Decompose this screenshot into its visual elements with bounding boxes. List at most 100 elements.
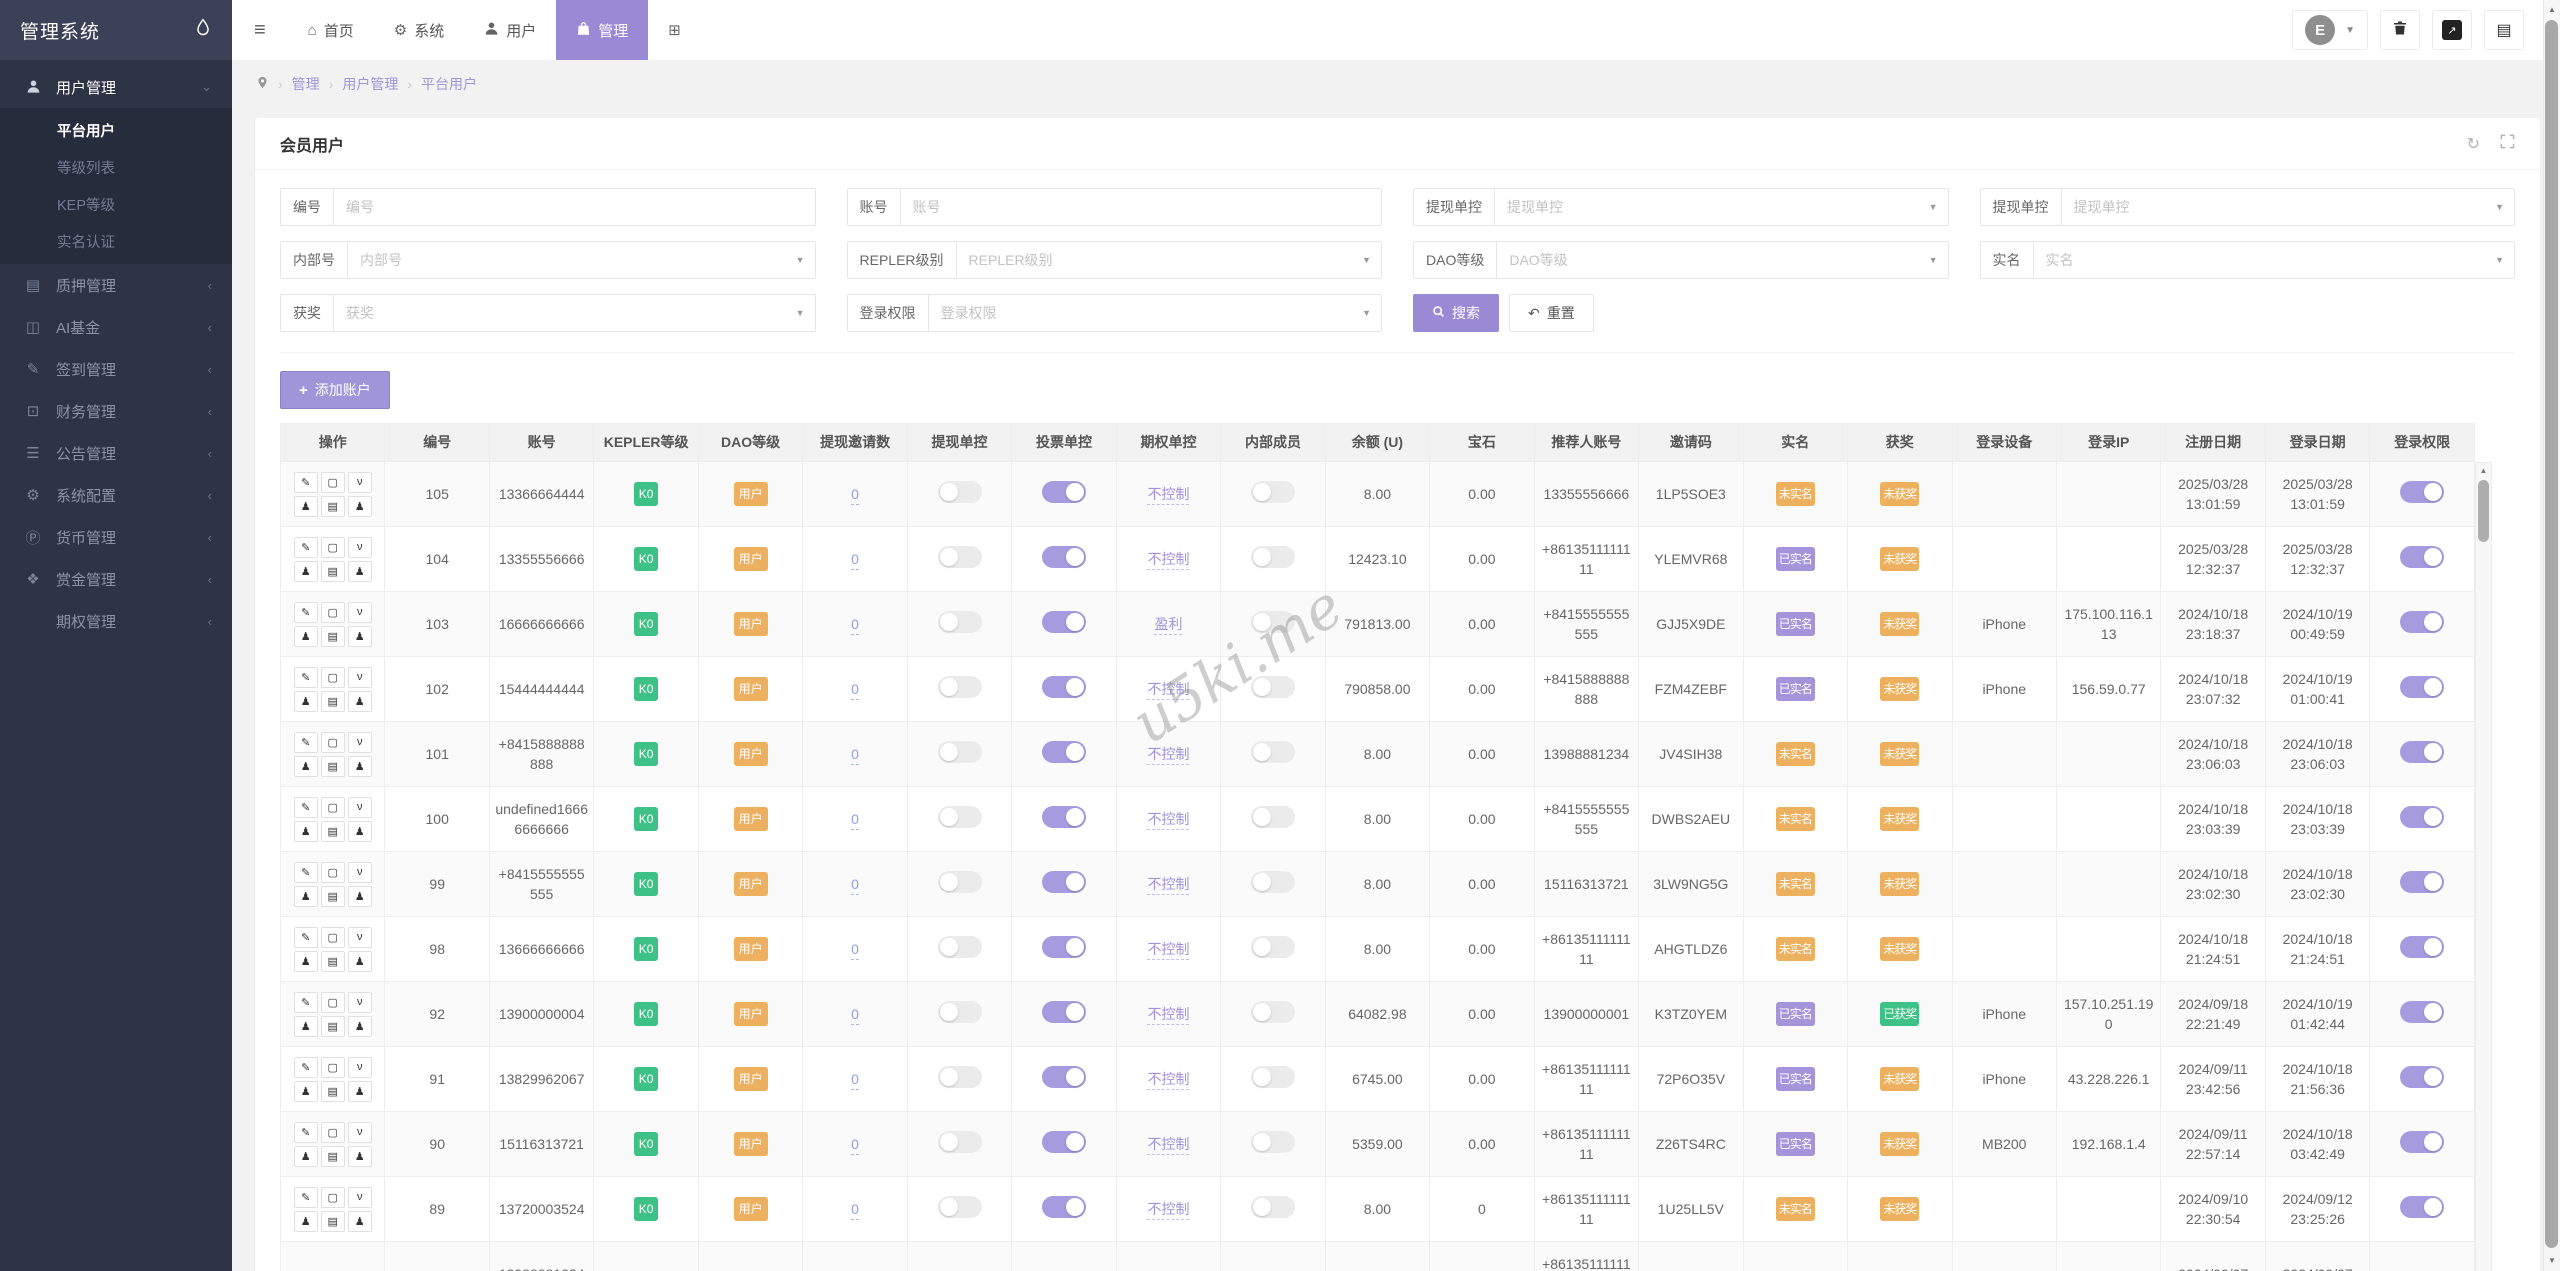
vote-toggle[interactable] bbox=[1042, 1001, 1086, 1023]
vote-toggle[interactable] bbox=[1042, 481, 1086, 503]
vip-icon[interactable]: ν bbox=[348, 992, 372, 1013]
sidebar-subitem[interactable]: 实名认证 bbox=[0, 223, 232, 260]
team-icon[interactable]: ♟ bbox=[294, 886, 318, 907]
vip-icon[interactable]: ν bbox=[348, 862, 372, 883]
internal-member-toggle[interactable] bbox=[1251, 676, 1295, 698]
table-scrollbar[interactable]: ▲ bbox=[2475, 462, 2492, 1271]
vip-icon[interactable]: ν bbox=[348, 1122, 372, 1143]
delete-button[interactable] bbox=[2380, 10, 2420, 50]
sidebar-item-4[interactable]: ⊡财务管理‹ bbox=[0, 390, 232, 432]
team-icon[interactable]: ♟ bbox=[294, 561, 318, 582]
sidebar-item-6[interactable]: ⚙系统配置‹ bbox=[0, 474, 232, 516]
login-permission-toggle[interactable] bbox=[2400, 936, 2444, 958]
invites-link[interactable]: 0 bbox=[851, 616, 859, 635]
wallet-icon[interactable]: ▤ bbox=[321, 561, 345, 582]
table-scrollbar-thumb[interactable] bbox=[2478, 480, 2489, 542]
internal-member-toggle[interactable] bbox=[1251, 1001, 1295, 1023]
option-control-link[interactable]: 不控制 bbox=[1147, 1071, 1189, 1090]
subordinate-icon[interactable]: ♟ bbox=[348, 691, 372, 712]
vote-toggle[interactable] bbox=[1042, 806, 1086, 828]
team-icon[interactable]: ♟ bbox=[294, 496, 318, 517]
edit-icon[interactable]: ✎ bbox=[294, 732, 318, 753]
sidebar-item-7[interactable]: Ⓟ货币管理‹ bbox=[0, 516, 232, 558]
nav-tab-系统[interactable]: ⚙系统 bbox=[374, 0, 464, 60]
device-icon[interactable]: ▢ bbox=[321, 862, 345, 883]
breadcrumb-link-platform-users[interactable]: 平台用户 bbox=[421, 74, 477, 94]
login-permission-toggle[interactable] bbox=[2400, 871, 2444, 893]
nav-tab-用户[interactable]: 用户 bbox=[464, 0, 556, 60]
edit-icon[interactable]: ✎ bbox=[294, 1187, 318, 1208]
withdraw-toggle[interactable] bbox=[938, 546, 982, 568]
vote-toggle[interactable] bbox=[1042, 676, 1086, 698]
sidebar-item-8[interactable]: ❖赏金管理‹ bbox=[0, 558, 232, 600]
withdraw-toggle[interactable] bbox=[938, 1001, 982, 1023]
subordinate-icon[interactable]: ♟ bbox=[348, 756, 372, 777]
subordinate-icon[interactable]: ♟ bbox=[348, 626, 372, 647]
wallet-icon[interactable]: ▤ bbox=[321, 626, 345, 647]
option-control-link[interactable]: 不控制 bbox=[1147, 1136, 1189, 1155]
internal-member-toggle[interactable] bbox=[1251, 1131, 1295, 1153]
sidebar-item-9[interactable]: 期权管理‹ bbox=[0, 600, 232, 642]
subordinate-icon[interactable]: ♟ bbox=[348, 1081, 372, 1102]
team-icon[interactable]: ♟ bbox=[294, 691, 318, 712]
option-control-link[interactable]: 不控制 bbox=[1147, 681, 1189, 700]
subordinate-icon[interactable]: ♟ bbox=[348, 561, 372, 582]
withdraw-toggle[interactable] bbox=[938, 741, 982, 763]
team-icon[interactable]: ♟ bbox=[294, 1016, 318, 1037]
scroll-up-icon[interactable]: ▲ bbox=[2544, 2, 2560, 18]
option-control-link[interactable]: 盈利 bbox=[1154, 616, 1182, 635]
option-control-link[interactable]: 不控制 bbox=[1147, 876, 1189, 895]
internal-member-toggle[interactable] bbox=[1251, 741, 1295, 763]
invites-link[interactable]: 0 bbox=[851, 811, 859, 830]
edit-icon[interactable]: ✎ bbox=[294, 927, 318, 948]
device-icon[interactable]: ▢ bbox=[321, 797, 345, 818]
vote-toggle[interactable] bbox=[1042, 741, 1086, 763]
login-permission-toggle[interactable] bbox=[2400, 611, 2444, 633]
sidebar-subitem[interactable]: 平台用户 bbox=[0, 112, 232, 149]
subordinate-icon[interactable]: ♟ bbox=[348, 1146, 372, 1167]
edit-icon[interactable]: ✎ bbox=[294, 1122, 318, 1143]
invites-link[interactable]: 0 bbox=[851, 1071, 859, 1090]
vip-icon[interactable]: ν bbox=[348, 537, 372, 558]
internal-member-toggle[interactable] bbox=[1251, 1066, 1295, 1088]
internal-member-toggle[interactable] bbox=[1251, 806, 1295, 828]
option-control-link[interactable]: 不控制 bbox=[1147, 551, 1189, 570]
vip-icon[interactable]: ν bbox=[348, 1057, 372, 1078]
team-icon[interactable]: ♟ bbox=[294, 1211, 318, 1232]
filter-input[interactable]: 编号 bbox=[334, 189, 815, 225]
invites-link[interactable]: 0 bbox=[851, 746, 859, 765]
sidebar-item-0[interactable]: 用户管理⌄ bbox=[0, 66, 232, 108]
wallet-icon[interactable]: ▤ bbox=[321, 1016, 345, 1037]
edit-icon[interactable]: ✎ bbox=[294, 472, 318, 493]
login-permission-toggle[interactable] bbox=[2400, 546, 2444, 568]
scroll-down-icon[interactable]: ▼ bbox=[2544, 1253, 2560, 1269]
login-permission-toggle[interactable] bbox=[2400, 806, 2444, 828]
invites-link[interactable]: 0 bbox=[851, 551, 859, 570]
login-permission-toggle[interactable] bbox=[2400, 741, 2444, 763]
wallet-icon[interactable]: ▤ bbox=[321, 1081, 345, 1102]
wallet-icon[interactable]: ▤ bbox=[321, 1211, 345, 1232]
internal-member-toggle[interactable] bbox=[1251, 936, 1295, 958]
vip-icon[interactable]: ν bbox=[348, 927, 372, 948]
layout-button[interactable]: ▤ bbox=[2484, 10, 2524, 50]
option-control-link[interactable]: 不控制 bbox=[1147, 746, 1189, 765]
vip-icon[interactable]: ν bbox=[348, 602, 372, 623]
filter-input[interactable]: 账号 bbox=[901, 189, 1382, 225]
vip-icon[interactable]: ν bbox=[348, 667, 372, 688]
page-scrollbar[interactable]: ▲ ▼ bbox=[2543, 0, 2560, 1271]
filter-select[interactable]: 登录权限▼ bbox=[929, 295, 1382, 331]
sidebar-item-2[interactable]: ◫AI基金‹ bbox=[0, 306, 232, 348]
team-icon[interactable]: ♟ bbox=[294, 1081, 318, 1102]
option-control-link[interactable]: 不控制 bbox=[1147, 486, 1189, 505]
vip-icon[interactable]: ν bbox=[348, 797, 372, 818]
edit-icon[interactable]: ✎ bbox=[294, 1057, 318, 1078]
device-icon[interactable]: ▢ bbox=[321, 927, 345, 948]
vip-icon[interactable]: ν bbox=[348, 732, 372, 753]
sidebar-subitem[interactable]: KEP等级 bbox=[0, 186, 232, 223]
subordinate-icon[interactable]: ♟ bbox=[348, 951, 372, 972]
edit-icon[interactable]: ✎ bbox=[294, 797, 318, 818]
withdraw-toggle[interactable] bbox=[938, 1131, 982, 1153]
filter-select[interactable]: 内部号▼ bbox=[348, 242, 815, 278]
invites-link[interactable]: 0 bbox=[851, 486, 859, 505]
wallet-icon[interactable]: ▤ bbox=[321, 886, 345, 907]
